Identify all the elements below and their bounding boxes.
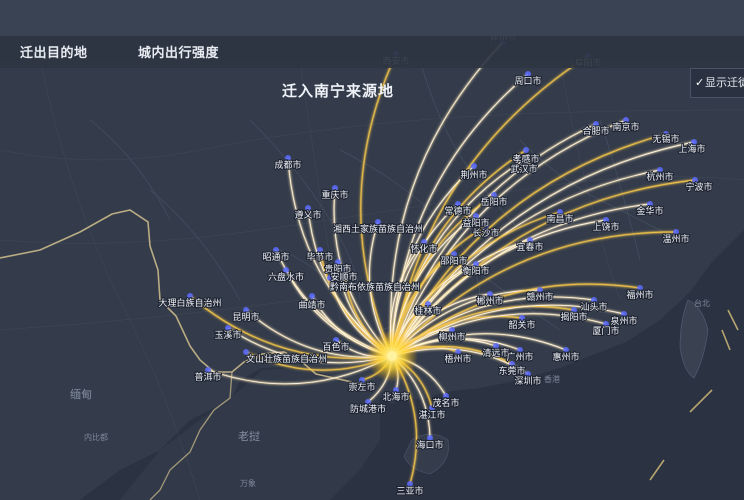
city-label-city-21: 毕节市 bbox=[306, 251, 333, 263]
city-label-city-47: 海口市 bbox=[416, 439, 443, 451]
city-label-city-2: 周口市 bbox=[514, 75, 541, 87]
tab-city-travel-intensity[interactable]: 城内出行强度 bbox=[138, 42, 219, 61]
city-label-city-51: 梧州市 bbox=[444, 353, 471, 365]
city-label-city-23: 怀化市 bbox=[410, 243, 437, 255]
city-label-city-39: 文山壮族苗族自治州 bbox=[246, 353, 327, 365]
city-label-city-40: 普洱市 bbox=[194, 371, 221, 383]
target-nanning-marker[interactable] bbox=[387, 351, 397, 361]
city-label-city-8: 杭州市 bbox=[646, 171, 673, 183]
city-label-city-11: 重庆市 bbox=[321, 189, 348, 201]
top-bar bbox=[0, 0, 744, 36]
city-label-city-52: 郴州市 bbox=[476, 295, 503, 307]
city-label-city-49: 桂林市 bbox=[414, 305, 441, 317]
city-label-city-63: 福州市 bbox=[626, 289, 653, 301]
city-label-city-56: 广州市 bbox=[506, 351, 533, 363]
city-label-city-26: 宜春市 bbox=[516, 241, 543, 253]
city-label-city-50: 柳州市 bbox=[438, 331, 465, 343]
city-label-city-18: 长沙市 bbox=[472, 227, 499, 239]
show-migration-toggle[interactable]: ✓显示迁徙 bbox=[690, 68, 744, 98]
city-label-taipei: 台北 bbox=[694, 298, 710, 308]
city-label-city-12: 孝感市 bbox=[512, 153, 539, 165]
city-label-city-59: 惠州市 bbox=[552, 351, 579, 363]
city-label-city-13: 武汉市 bbox=[510, 163, 537, 175]
city-dot-city-12[interactable] bbox=[523, 147, 529, 153]
city-label-city-45: 湛江市 bbox=[418, 409, 445, 421]
checkmark-icon: ✓ bbox=[695, 76, 705, 89]
city-dot-city-14[interactable] bbox=[471, 163, 477, 169]
city-label-city-30: 温州市 bbox=[662, 233, 689, 245]
city-label-city-25: 衡阳市 bbox=[462, 265, 489, 277]
city-dot-city-35[interactable] bbox=[309, 293, 315, 299]
city-label-city-38: 玉溪市 bbox=[214, 329, 241, 341]
city-label-city-6: 无锡市 bbox=[652, 133, 679, 145]
city-label-city-58: 深圳市 bbox=[514, 375, 541, 387]
city-label-city-61: 汕头市 bbox=[580, 301, 607, 313]
capital-label-vientiane: 万象 bbox=[240, 478, 256, 488]
city-label-city-32: 六盘水市 bbox=[268, 271, 304, 283]
city-label-city-37: 昆明市 bbox=[232, 311, 259, 323]
city-label-city-14: 荆州市 bbox=[460, 169, 487, 181]
city-label-city-53: 赣州市 bbox=[526, 291, 553, 303]
city-label-city-5: 南京市 bbox=[612, 121, 639, 133]
migration-map[interactable]: 西安市郑州市周口市阜阳市合肥市南京市无锡市上海市杭州市宁波市成都市重庆市孝感市武… bbox=[0, 0, 744, 500]
map-title: 迁入南宁来源地 bbox=[282, 82, 395, 100]
city-label-city-27: 南昌市 bbox=[546, 213, 573, 225]
show-migration-label: 显示迁徙 bbox=[705, 76, 744, 89]
city-label-city-44: 北海市 bbox=[382, 391, 409, 403]
tab-bar bbox=[0, 36, 744, 68]
country-label-myanmar: 缅甸 bbox=[70, 387, 92, 401]
city-label-city-9: 宁波市 bbox=[685, 181, 712, 193]
city-label-city-19: 湘西土家族苗族自治州 bbox=[333, 223, 423, 235]
city-label-city-28: 上饶市 bbox=[592, 221, 619, 233]
city-label-city-42: 崇左市 bbox=[348, 381, 375, 393]
city-label-city-36: 大理白族自治州 bbox=[158, 297, 221, 309]
city-label-city-20: 遵义市 bbox=[294, 209, 321, 221]
city-label-city-15: 岳阳市 bbox=[480, 196, 507, 208]
city-label-city-54: 韶关市 bbox=[508, 319, 535, 331]
city-label-city-64: 厦门市 bbox=[592, 325, 619, 337]
city-label-city-41: 百色市 bbox=[322, 341, 349, 353]
city-label-hongkong: 香港 bbox=[544, 374, 560, 384]
city-label-city-16: 常德市 bbox=[444, 205, 471, 217]
country-label-laos: 老挝 bbox=[238, 429, 260, 443]
city-label-city-31: 昭通市 bbox=[262, 251, 289, 263]
capital-label-naypyidaw: 内比都 bbox=[84, 432, 108, 442]
city-label-city-46: 茂名市 bbox=[432, 397, 459, 409]
city-label-city-33: 安顺市 bbox=[330, 271, 357, 283]
city-label-city-17: 益阳市 bbox=[462, 217, 489, 229]
city-label-city-34: 黔南布依族苗族自治州 bbox=[330, 281, 420, 293]
city-label-city-29: 金华市 bbox=[636, 205, 663, 217]
tab-outbound-destination[interactable]: 迁出目的地 bbox=[20, 42, 88, 61]
city-label-city-4: 合肥市 bbox=[582, 125, 609, 137]
city-label-city-62: 泉州市 bbox=[610, 315, 637, 327]
city-label-city-10: 成都市 bbox=[274, 159, 301, 171]
city-label-city-7: 上海市 bbox=[678, 143, 705, 155]
city-label-city-55: 清远市 bbox=[482, 347, 509, 359]
city-label-city-48: 三亚市 bbox=[396, 485, 423, 497]
city-label-city-57: 东莞市 bbox=[498, 365, 525, 377]
city-label-city-24: 邵阳市 bbox=[440, 255, 467, 267]
city-label-city-35: 曲靖市 bbox=[298, 299, 325, 311]
city-label-city-43: 防城港市 bbox=[350, 403, 386, 415]
